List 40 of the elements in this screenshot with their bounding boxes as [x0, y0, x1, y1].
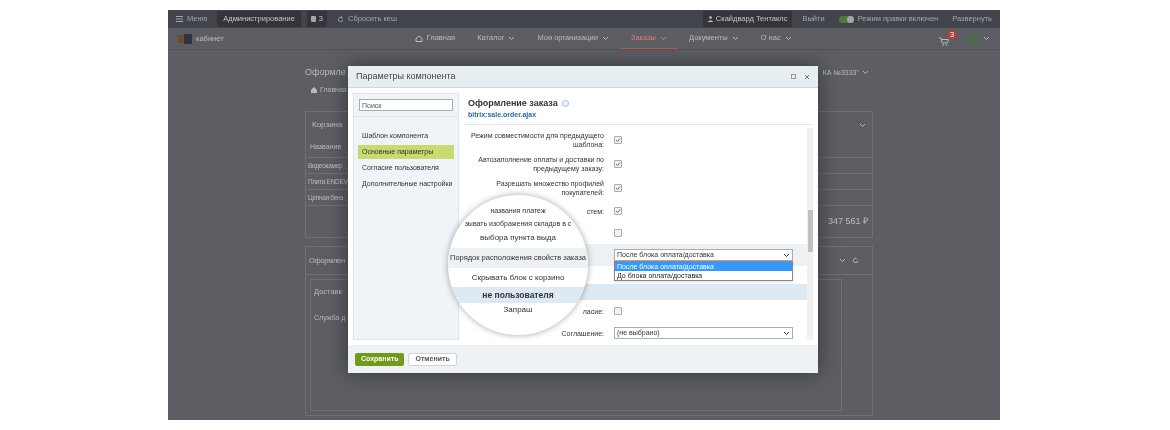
checkbox[interactable]: [614, 136, 622, 144]
chevron-icon: [983, 36, 990, 41]
checkbox[interactable]: [614, 229, 622, 237]
magnified-text: Запраш: [503, 304, 533, 316]
checkbox[interactable]: [614, 184, 622, 192]
maximize-icon[interactable]: [791, 74, 796, 79]
close-icon[interactable]: [804, 73, 810, 80]
page-title: Оформле: [305, 66, 346, 79]
person-icon: [707, 16, 713, 22]
card-title: Корзина: [312, 119, 343, 131]
refresh-icon: [337, 15, 344, 23]
chevron-icon: [783, 252, 790, 258]
cart-icon[interactable]: [939, 36, 949, 46]
chevron-icon: [601, 35, 609, 41]
chevron-icon: [862, 70, 869, 76]
scrollbar[interactable]: [807, 128, 813, 340]
chevron-icon: [839, 258, 846, 263]
checkbox[interactable]: [614, 207, 622, 215]
dialog-title: Параметры компонента: [356, 69, 456, 83]
logo-icon: [178, 33, 192, 44]
chevron-icon: [859, 122, 866, 128]
magnified-text: выбора пункта выда: [480, 232, 556, 244]
checkbox[interactable]: [614, 307, 622, 315]
chevron-icon: [731, 35, 739, 41]
basket-total: 347 561 ₽: [827, 214, 868, 228]
chevron-icon: [784, 35, 792, 41]
home-icon: [414, 34, 423, 42]
notification-icon: [310, 16, 316, 22]
magnified-text: Скрывать блок с корзино: [471, 272, 565, 284]
chevron-icon: [508, 35, 516, 41]
checkbox[interactable]: [614, 160, 622, 168]
refresh-icon: [852, 257, 859, 264]
chevron-icon: [660, 35, 667, 41]
chevron-icon: [783, 330, 790, 336]
magnified-text: не пользователя: [482, 288, 554, 302]
component-title: Оформление заказа: [468, 96, 558, 110]
menu-icon: [176, 16, 183, 22]
info-icon[interactable]: [561, 99, 569, 107]
edit-mode-toggle[interactable]: [838, 15, 854, 23]
home-icon: [311, 86, 317, 93]
